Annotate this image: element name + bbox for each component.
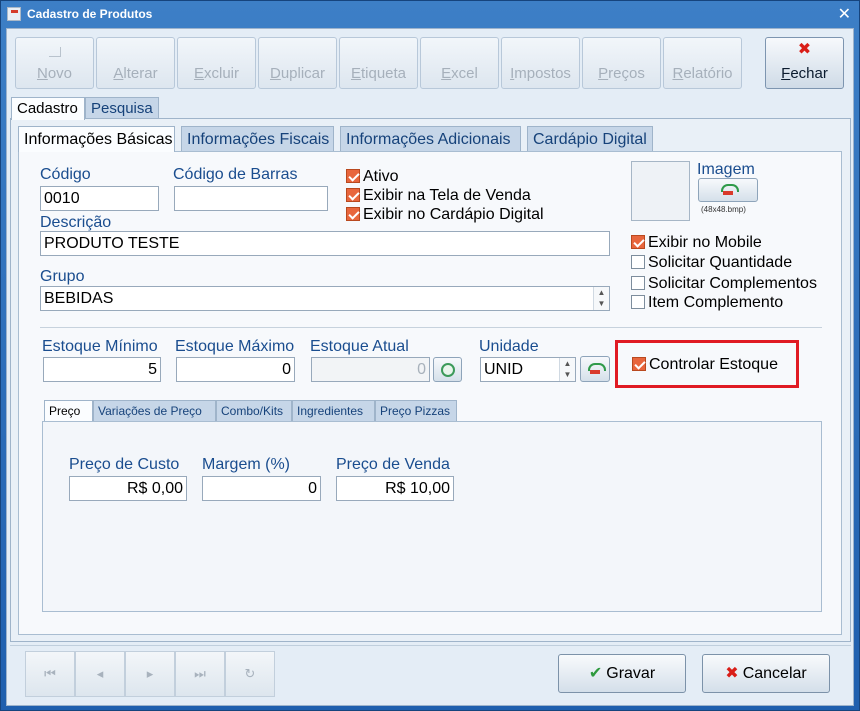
duplicate-button[interactable]: Duplicar bbox=[258, 37, 337, 89]
close-icon: ✖ bbox=[797, 41, 812, 58]
group-label: Grupo bbox=[40, 268, 85, 285]
unit-value: UNID bbox=[484, 361, 524, 378]
app-icon bbox=[7, 7, 21, 21]
tab-combo-kits[interactable]: Combo/Kits bbox=[216, 400, 292, 421]
window-client-area: Novo Alterar Excluir Duplicar Etiqueta E… bbox=[6, 28, 854, 706]
chevron-up-down-icon[interactable]: ▲ ▼ bbox=[593, 287, 609, 310]
description-label: Descrição bbox=[40, 214, 112, 231]
checkbox-checked-icon bbox=[632, 357, 646, 371]
current-stock-input: 0 bbox=[311, 357, 430, 382]
new-icon bbox=[48, 47, 61, 57]
active-checkbox[interactable]: Ativo bbox=[346, 168, 399, 186]
checkbox-unchecked-icon bbox=[631, 255, 645, 269]
show-sale-screen-checkbox[interactable]: Exibir na Tela de Venda bbox=[346, 187, 531, 205]
barcode-input[interactable] bbox=[174, 186, 328, 211]
image-size-hint: (48x48.bmp) bbox=[701, 205, 746, 214]
barcode-label: Código de Barras bbox=[173, 166, 298, 183]
checkbox-unchecked-icon bbox=[631, 295, 645, 309]
margin-input[interactable]: 0 bbox=[202, 476, 321, 501]
basic-info-panel: Código 0010 Código de Barras Ativo Exibi… bbox=[18, 151, 842, 635]
group-select[interactable]: BEBIDAS ▲ ▼ bbox=[40, 286, 610, 311]
tab-fiscal-info[interactable]: Informações Fiscais bbox=[181, 126, 334, 152]
code-label: Código bbox=[40, 166, 91, 183]
stock-adjust-button[interactable] bbox=[433, 357, 462, 382]
show-mobile-checkbox[interactable]: Exibir no Mobile bbox=[631, 234, 762, 252]
sale-price-input[interactable]: R$ 10,00 bbox=[336, 476, 454, 501]
tab-basic-info[interactable]: Informações Básicas bbox=[18, 126, 175, 152]
checkbox-unchecked-icon bbox=[631, 276, 645, 290]
tab-price-variations[interactable]: Variações de Preço bbox=[93, 400, 216, 421]
label-button[interactable]: Etiqueta bbox=[339, 37, 418, 89]
tab-pesquisa[interactable]: Pesquisa bbox=[85, 97, 159, 119]
cadastro-panel: Informações Básicas Informações Fiscais … bbox=[10, 118, 851, 642]
checkbox-checked-icon bbox=[346, 207, 360, 221]
description-input[interactable]: PRODUTO TESTE bbox=[40, 231, 610, 256]
chevron-up-down-icon[interactable]: ▲ ▼ bbox=[559, 358, 575, 381]
price-panel: Preço de Custo R$ 0,00 Margem (%) 0 Preç… bbox=[42, 421, 822, 612]
prices-button[interactable]: Preços bbox=[582, 37, 661, 89]
edit-button[interactable]: Alterar bbox=[96, 37, 175, 89]
report-button[interactable]: Relatório bbox=[663, 37, 742, 89]
control-stock-checkbox[interactable]: Controlar Estoque bbox=[632, 356, 778, 374]
checkbox-checked-icon bbox=[346, 169, 360, 183]
load-image-icon bbox=[720, 184, 739, 196]
unit-register-button[interactable] bbox=[580, 356, 610, 382]
min-stock-label: Estoque Mínimo bbox=[42, 338, 158, 355]
target-icon bbox=[441, 363, 455, 377]
checkbox-checked-icon bbox=[346, 188, 360, 202]
product-registration-window: Cadastro de Produtos ✕ Novo Alterar Excl… bbox=[0, 0, 860, 711]
load-image-button[interactable] bbox=[698, 178, 758, 202]
close-icon: ✖ bbox=[725, 665, 739, 682]
request-complements-checkbox[interactable]: Solicitar Complementos bbox=[631, 275, 817, 293]
group-value: BEBIDAS bbox=[44, 290, 114, 307]
product-image-box[interactable] bbox=[631, 161, 690, 221]
cancel-button[interactable]: ✖ Cancelar bbox=[702, 654, 830, 693]
margin-label: Margem (%) bbox=[202, 456, 291, 473]
delete-button[interactable]: Excluir bbox=[177, 37, 256, 89]
divider bbox=[40, 327, 822, 328]
save-button[interactable]: ✔ Gravar bbox=[558, 654, 686, 693]
next-record-button[interactable]: ▸ bbox=[125, 651, 175, 697]
code-input[interactable]: 0010 bbox=[40, 186, 159, 211]
toolbar: Novo Alterar Excluir Duplicar Etiqueta E… bbox=[15, 33, 847, 91]
taxes-button[interactable]: Impostos bbox=[501, 37, 580, 89]
window-title: Cadastro de Produtos bbox=[27, 7, 153, 21]
image-label: Imagem bbox=[697, 161, 755, 178]
request-quantity-checkbox[interactable]: Solicitar Quantidade bbox=[631, 254, 792, 272]
item-complement-checkbox[interactable]: Item Complemento bbox=[631, 294, 783, 312]
tab-pizza-prices[interactable]: Preço Pizzas bbox=[375, 400, 457, 421]
last-record-button[interactable]: ⏭ bbox=[175, 651, 225, 697]
sale-price-label: Preço de Venda bbox=[336, 456, 450, 473]
close-button[interactable]: ✖ Fechar bbox=[765, 37, 844, 89]
window-close-icon[interactable]: ✕ bbox=[838, 4, 851, 24]
checkbox-checked-icon bbox=[631, 235, 645, 249]
tab-cadastro[interactable]: Cadastro bbox=[11, 97, 85, 120]
new-button[interactable]: Novo bbox=[15, 37, 94, 89]
cost-price-input[interactable]: R$ 0,00 bbox=[69, 476, 187, 501]
bottom-bar: ⏮ ◂ ▸ ⏭ ↻ ✔ Gravar ✖ Cancelar bbox=[10, 645, 851, 703]
min-stock-input[interactable]: 5 bbox=[43, 357, 161, 382]
current-stock-label: Estoque Atual bbox=[310, 338, 409, 355]
max-stock-input[interactable]: 0 bbox=[176, 357, 295, 382]
first-record-button[interactable]: ⏮ bbox=[25, 651, 75, 697]
max-stock-label: Estoque Máximo bbox=[175, 338, 295, 355]
tab-digital-menu[interactable]: Cardápio Digital bbox=[527, 126, 653, 152]
check-icon: ✔ bbox=[588, 665, 603, 682]
title-bar: Cadastro de Produtos ✕ bbox=[1, 1, 859, 28]
excel-button[interactable]: Excel bbox=[420, 37, 499, 89]
cost-price-label: Preço de Custo bbox=[69, 456, 180, 473]
previous-record-button[interactable]: ◂ bbox=[75, 651, 125, 697]
tab-additional-info[interactable]: Informações Adicionais bbox=[340, 126, 521, 152]
unit-select[interactable]: UNID ▲ ▼ bbox=[480, 357, 576, 382]
unit-register-icon bbox=[587, 363, 606, 375]
unit-label: Unidade bbox=[479, 338, 539, 355]
tab-ingredients[interactable]: Ingredientes bbox=[292, 400, 375, 421]
refresh-button[interactable]: ↻ bbox=[225, 651, 275, 697]
show-digital-menu-checkbox[interactable]: Exibir no Cardápio Digital bbox=[346, 206, 544, 224]
tab-preco[interactable]: Preço bbox=[44, 400, 93, 421]
